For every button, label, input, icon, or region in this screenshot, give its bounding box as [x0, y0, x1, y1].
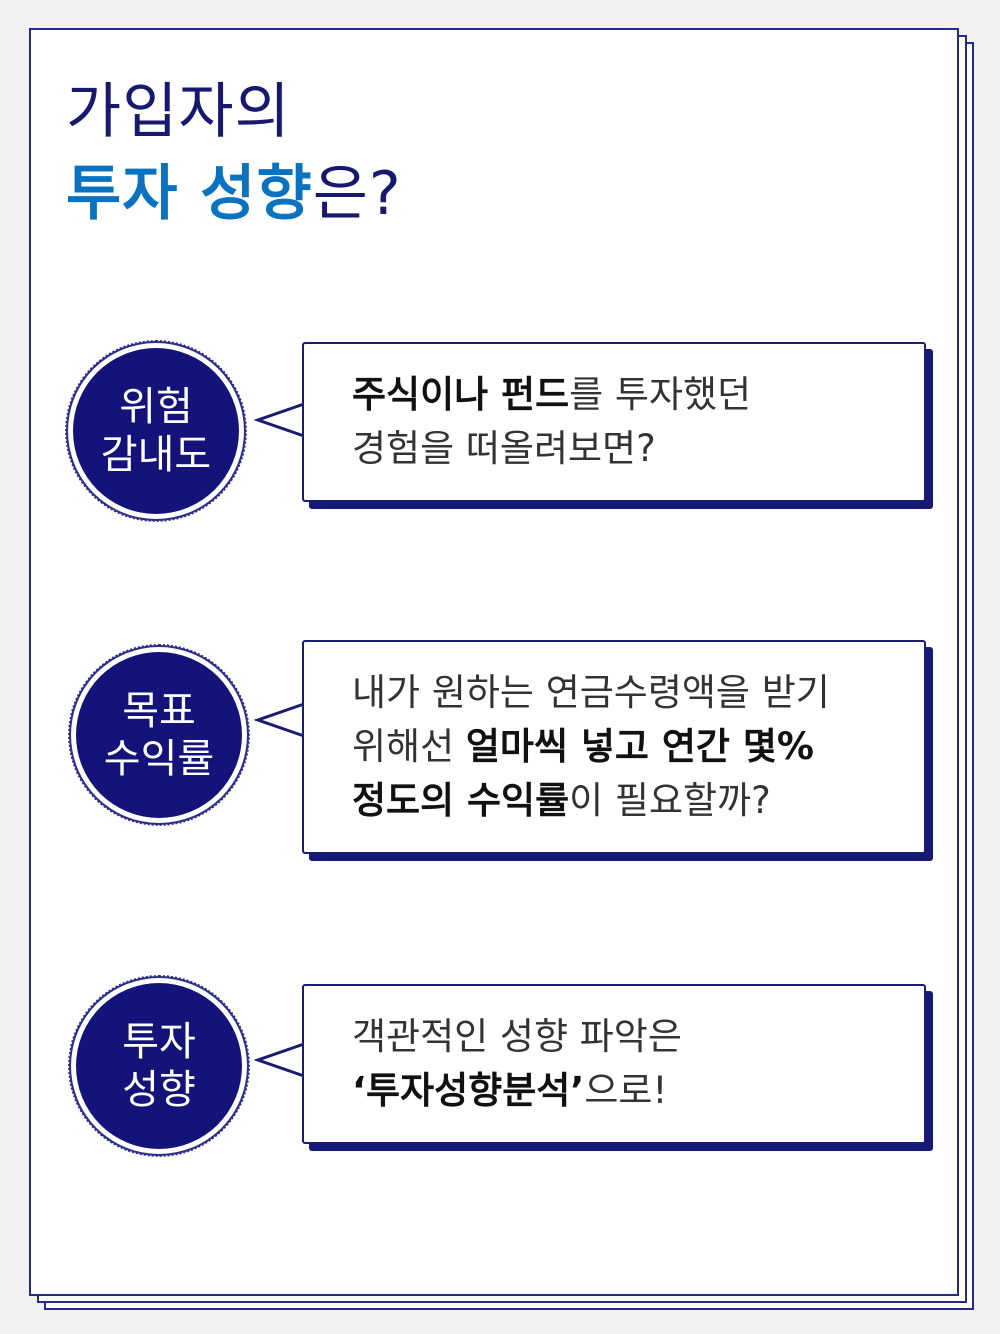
- title-line-2: 투자 성향은?: [66, 156, 402, 232]
- bubble-text: 객관적인 성향 파악은: [352, 1015, 682, 1058]
- title-rest: 은?: [312, 159, 402, 229]
- circle-label: 투자: [122, 1019, 196, 1065]
- bubble-text-bold: 정도의 수익률: [352, 779, 570, 822]
- bubble-line: 정도의 수익률이 필요할까?: [352, 774, 924, 828]
- speech-bubble: 객관적인 성향 파악은 ‘투자성향분석’으로!: [302, 984, 926, 1144]
- bubble-text: 경험을 떠올려보면?: [352, 427, 656, 470]
- bubble-line: 위해선 얼마씩 넣고 연간 몇%: [352, 720, 924, 774]
- bubble-text: 으로!: [584, 1069, 668, 1112]
- bubble-text-bold: 주식이나 펀드: [352, 373, 570, 416]
- bubble-line: ‘투자성향분석’으로!: [352, 1064, 924, 1118]
- circle-badge: 투자 성향: [68, 975, 250, 1157]
- page-title: 가입자의 투자 성향은?: [66, 74, 402, 232]
- title-highlight: 투자 성향: [66, 159, 313, 229]
- circle-label: 목표: [122, 688, 196, 734]
- circle-badge: 목표 수익률: [68, 644, 250, 826]
- circle-label: 수익률: [103, 736, 215, 782]
- bubble-text: 내가 원하는 연금수령액을 받기: [352, 671, 830, 714]
- speech-bubble: 주식이나 펀드를 투자했던경험을 떠올려보면?: [302, 342, 926, 502]
- speech-bubble: 내가 원하는 연금수령액을 받기 위해선 얼마씩 넣고 연간 몇% 정도의 수익률이…: [302, 640, 926, 854]
- circle-label: 성향: [122, 1067, 196, 1113]
- bubble-text-bold: ‘투자성향분석’: [352, 1069, 585, 1112]
- bubble-text: 위해선: [352, 725, 466, 768]
- bubble-line: 객관적인 성향 파악은: [352, 1010, 924, 1064]
- circle-badge: 위험 감내도: [65, 340, 247, 522]
- bubble-text-bold: 얼마씩 넣고 연간 몇%: [465, 725, 814, 768]
- bubble-text: 를 투자했던: [569, 373, 752, 416]
- circle-label: 위험: [119, 384, 193, 430]
- bubble-line: 내가 원하는 연금수령액을 받기: [352, 666, 924, 720]
- title-line-1: 가입자의: [66, 77, 291, 147]
- bubble-line: 주식이나 펀드를 투자했던: [352, 368, 924, 422]
- bubble-text: 이 필요할까?: [569, 779, 771, 822]
- circle-label: 감내도: [100, 432, 212, 478]
- bubble-line: 경험을 떠올려보면?: [352, 422, 924, 476]
